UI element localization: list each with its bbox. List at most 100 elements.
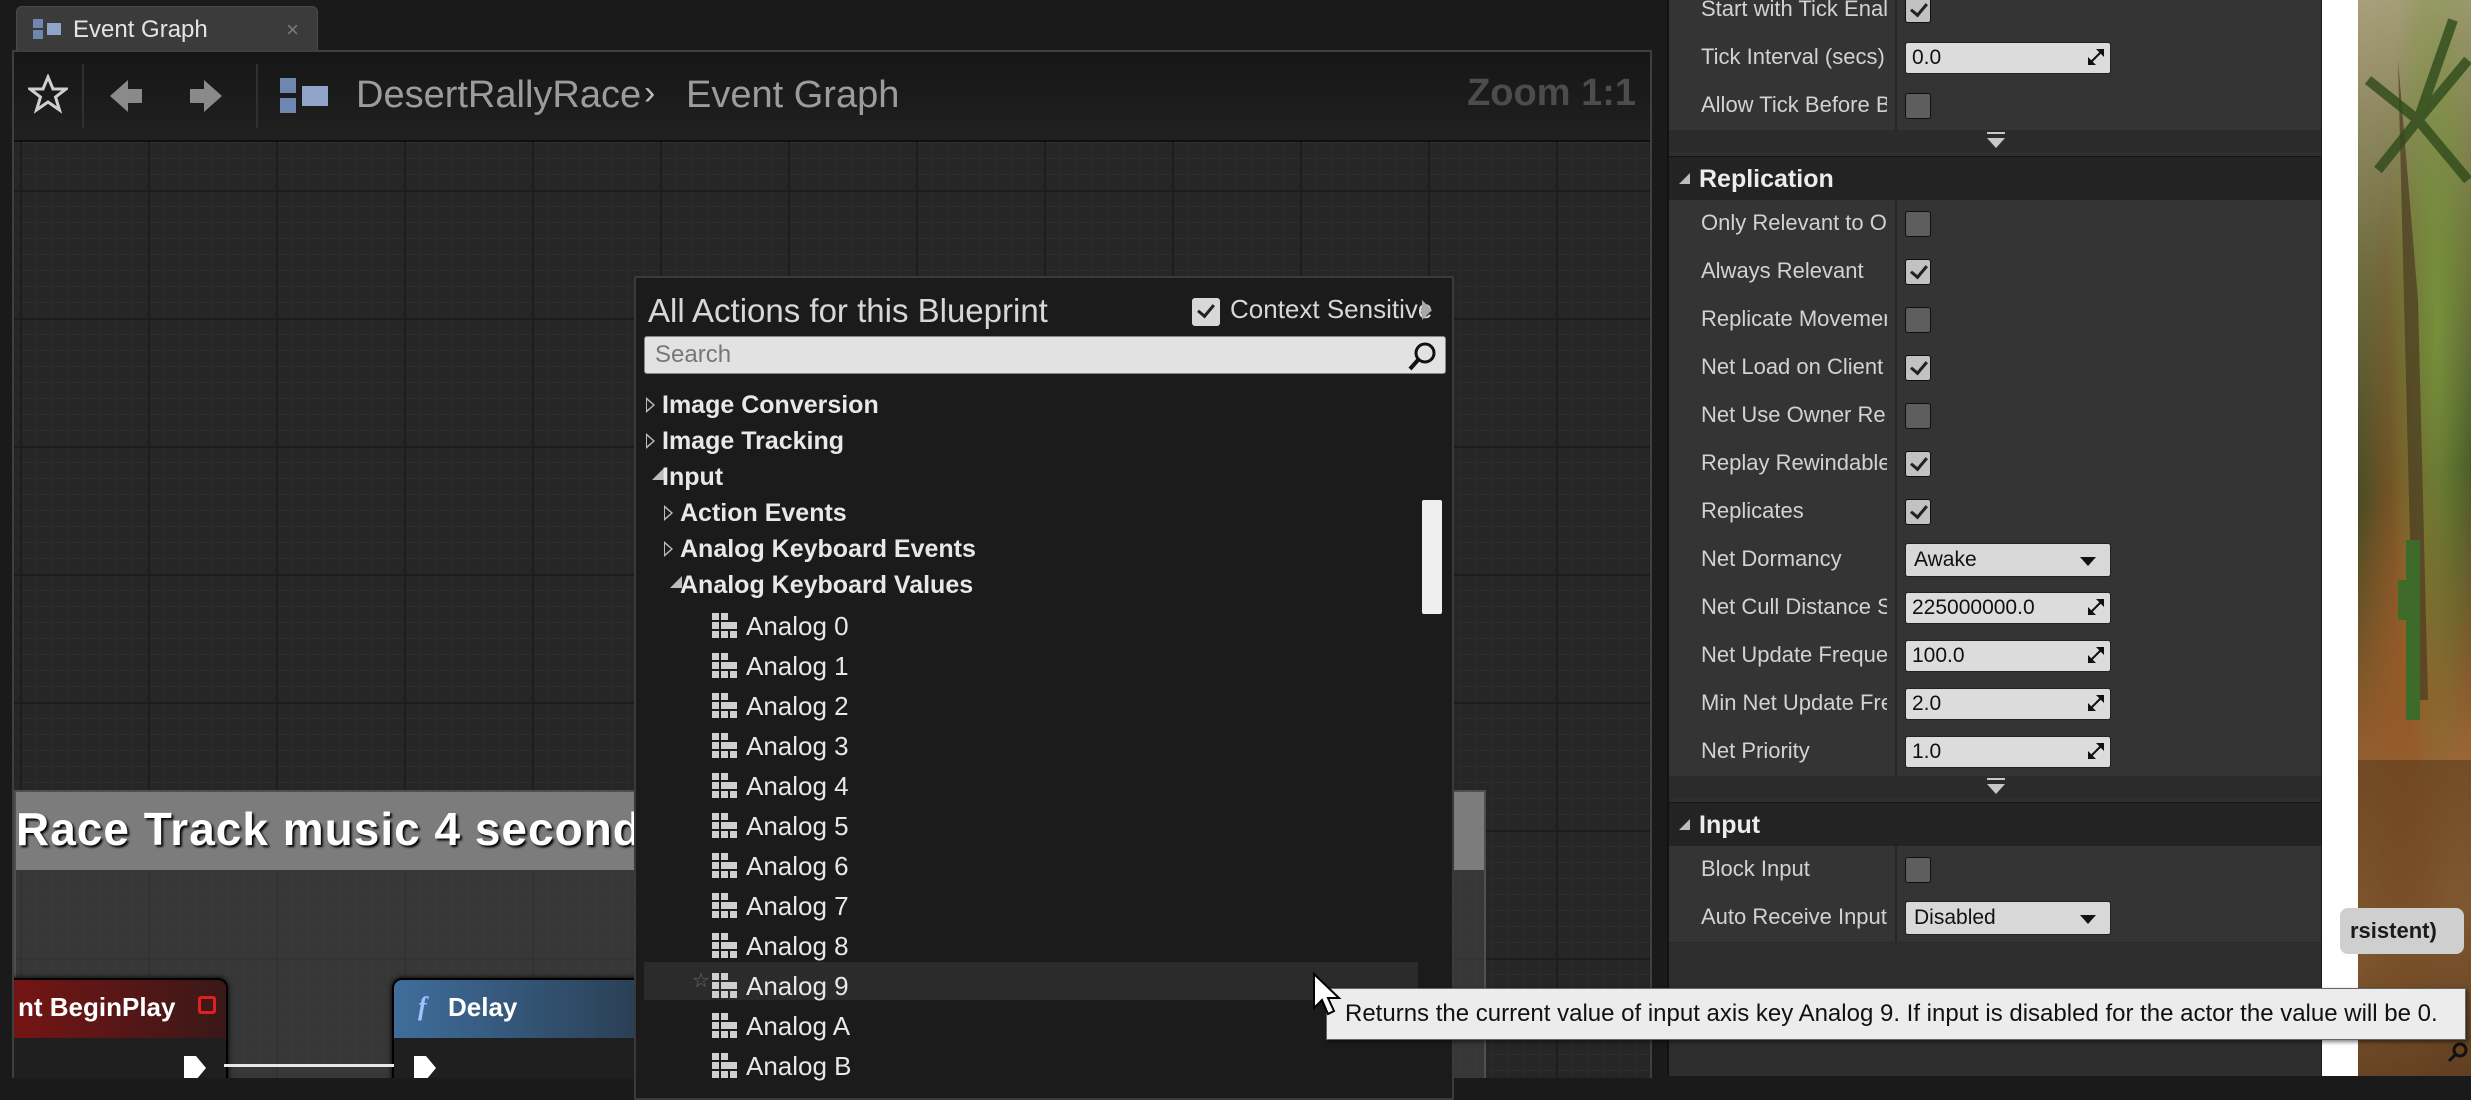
tree-category-action-events[interactable]: Action Events (636, 496, 1426, 532)
action-item[interactable]: Analog 3 (636, 728, 1426, 764)
drag-handle-icon[interactable] (2088, 743, 2104, 759)
category-header[interactable]: Input (1669, 802, 2321, 848)
delegate-pin-icon[interactable] (198, 996, 216, 1014)
property-checkbox[interactable] (1905, 499, 1931, 525)
back-arrow-icon[interactable] (106, 76, 146, 121)
drag-handle-icon[interactable] (2088, 695, 2104, 711)
drag-handle-icon[interactable] (2088, 49, 2104, 65)
column-splitter[interactable] (1895, 728, 1897, 776)
numeric-field[interactable]: 100.0 (1905, 640, 2111, 672)
context-sensitive-label[interactable]: Context Sensitive (1230, 294, 1432, 325)
tree-category-input[interactable]: Input (636, 460, 1426, 496)
action-item[interactable]: Analog 4 (636, 768, 1426, 804)
column-splitter[interactable] (1895, 584, 1897, 632)
column-splitter[interactable] (1895, 894, 1897, 942)
action-item[interactable]: Analog 8 (636, 928, 1426, 964)
action-label: Analog 3 (746, 731, 849, 761)
property-checkbox[interactable] (1905, 403, 1931, 429)
action-item[interactable]: Analog 1 (636, 648, 1426, 684)
action-item[interactable]: Analog A (636, 1008, 1426, 1044)
forward-arrow-icon[interactable] (186, 76, 226, 121)
property-checkbox[interactable] (1905, 259, 1931, 285)
property-checkbox[interactable] (1905, 451, 1931, 477)
action-item[interactable]: Analog 6 (636, 848, 1426, 884)
advanced-expander[interactable] (1669, 776, 2321, 798)
property-row: Only Relevant to Ow (1669, 200, 2321, 249)
level-viewport[interactable]: rsistent) (2322, 0, 2471, 1076)
property-row: Net Dormancy Awake (1669, 536, 2321, 585)
tree-category-analog-keyboard-events[interactable]: Analog Keyboard Events (636, 532, 1426, 568)
drag-handle-icon[interactable] (2088, 599, 2104, 615)
property-dropdown[interactable]: Awake (1905, 543, 2111, 577)
category-title: Replication (1699, 165, 1834, 193)
column-splitter[interactable] (1895, 34, 1897, 82)
property-name: Always Relevant (1701, 258, 1864, 283)
search-icon[interactable] (2446, 1040, 2470, 1069)
action-item[interactable]: Analog 9 (636, 968, 1426, 1004)
property-row: Net Use Owner Rele (1669, 392, 2321, 441)
exec-in-pin-icon[interactable] (412, 1054, 438, 1078)
column-splitter[interactable] (1895, 0, 1897, 34)
numeric-field[interactable]: 1.0 (1905, 736, 2111, 768)
column-splitter[interactable] (1895, 296, 1897, 344)
expand-arrow-icon[interactable] (646, 397, 655, 413)
column-splitter[interactable] (1895, 344, 1897, 392)
column-splitter[interactable] (1895, 680, 1897, 728)
tree-category-image-tracking[interactable]: Image Tracking (636, 424, 1426, 460)
tab-close-button[interactable]: × (286, 17, 299, 43)
search-icon[interactable] (1407, 340, 1439, 377)
context-expand-arrow-icon[interactable] (1422, 300, 1432, 320)
persistent-level-badge[interactable]: rsistent) (2340, 908, 2464, 954)
category-label: Analog Keyboard Values (680, 571, 974, 599)
expand-arrow-icon[interactable] (664, 505, 673, 521)
collapse-arrow-icon[interactable] (1679, 173, 1690, 184)
property-checkbox[interactable] (1905, 211, 1931, 237)
column-splitter[interactable] (1895, 392, 1897, 440)
property-dropdown[interactable]: Disabled (1905, 901, 2111, 935)
property-checkbox[interactable] (1905, 93, 1931, 119)
action-label: Analog 0 (746, 611, 849, 641)
favorite-star-icon[interactable] (25, 73, 71, 119)
column-splitter[interactable] (1895, 846, 1897, 894)
drag-handle-icon[interactable] (2088, 647, 2104, 663)
scrollbar-thumb[interactable] (1422, 500, 1442, 614)
column-splitter[interactable] (1895, 248, 1897, 296)
column-splitter[interactable] (1895, 200, 1897, 248)
column-splitter[interactable] (1895, 536, 1897, 584)
action-item[interactable]: Analog 2 (636, 688, 1426, 724)
property-checkbox[interactable] (1905, 307, 1931, 333)
numeric-field[interactable]: 2.0 (1905, 688, 2111, 720)
context-sensitive-checkbox[interactable] (1192, 298, 1220, 326)
breadcrumb-graph[interactable]: Event Graph (686, 74, 899, 117)
action-item[interactable]: Analog 5 (636, 808, 1426, 844)
numeric-field[interactable]: 225000000.0 (1905, 592, 2111, 624)
expand-arrow-icon[interactable] (646, 433, 655, 449)
category-header[interactable]: Replication (1669, 156, 2321, 202)
event-graph-tab[interactable]: Event Graph × (16, 6, 318, 51)
search-input[interactable] (645, 337, 1405, 373)
property-name: Start with Tick Enal (1701, 0, 1887, 21)
advanced-expander[interactable] (1669, 130, 2321, 152)
column-splitter[interactable] (1895, 440, 1897, 488)
toolbar-separator (82, 64, 84, 128)
numeric-field[interactable]: 0.0 (1905, 42, 2111, 74)
collapse-arrow-icon[interactable] (1679, 819, 1690, 830)
event-beginplay-node[interactable]: nt BeginPlay (14, 978, 228, 1078)
action-item[interactable]: Analog B (636, 1048, 1426, 1084)
property-checkbox[interactable] (1905, 857, 1931, 883)
property-checkbox[interactable] (1905, 0, 1931, 23)
column-splitter[interactable] (1895, 632, 1897, 680)
tree-category-analog-keyboard-values[interactable]: Analog Keyboard Values (636, 568, 1426, 604)
expand-arrow-icon[interactable] (664, 541, 673, 557)
breadcrumb-blueprint[interactable]: DesertRallyRace (356, 74, 641, 117)
exec-out-pin-icon[interactable] (182, 1054, 208, 1078)
property-row: Tick Interval (secs) 0.0 (1669, 34, 2321, 83)
column-splitter[interactable] (1895, 82, 1897, 130)
column-splitter[interactable] (1895, 488, 1897, 536)
property-checkbox[interactable] (1905, 355, 1931, 381)
search-box[interactable] (644, 336, 1446, 374)
action-item[interactable]: Analog 0 (636, 608, 1426, 644)
input-axis-icon (710, 851, 740, 888)
action-item[interactable]: Analog 7 (636, 888, 1426, 924)
tree-category-image-conversion[interactable]: Image Conversion (636, 388, 1426, 424)
